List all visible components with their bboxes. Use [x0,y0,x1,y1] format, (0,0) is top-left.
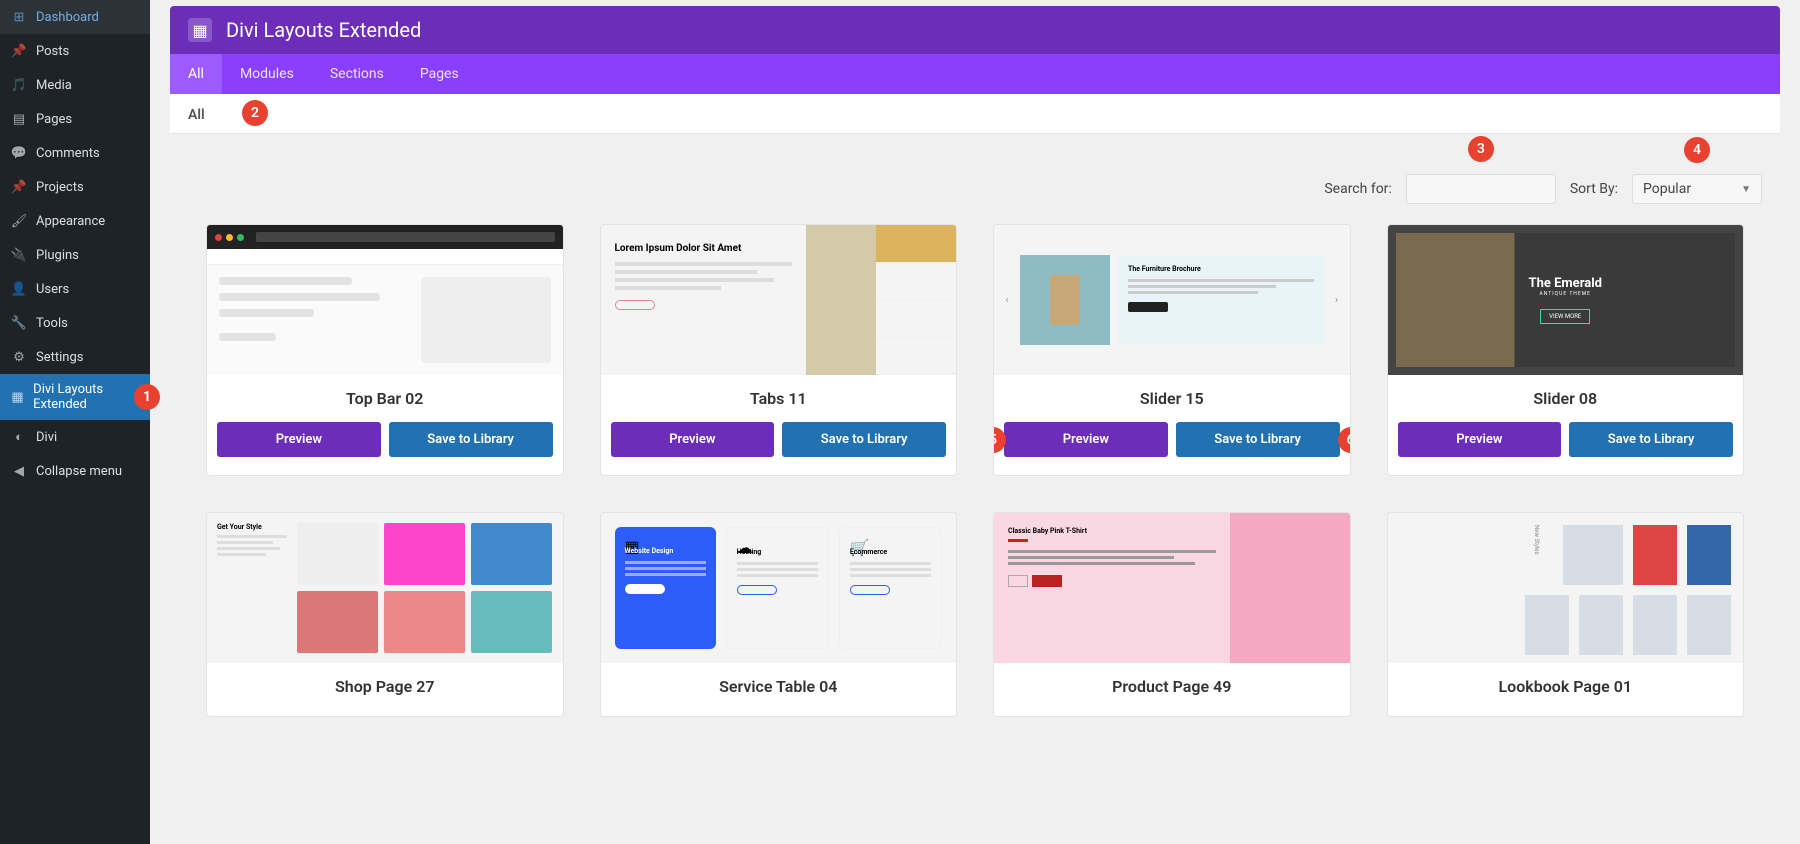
annotation-badge-3: 3 [1468,136,1494,162]
user-icon: 👤 [10,280,28,298]
divi-icon: ◐ [10,428,28,446]
sidebar-item-label: Appearance [36,214,105,229]
sidebar-item-label: Settings [36,350,83,365]
filter-tabs: All Modules Sections Pages [170,54,1780,94]
sidebar-item-label: Projects [36,180,84,195]
comment-icon: 💬 [10,144,28,162]
sliders-icon: ⚙ [10,348,28,366]
pin-icon: 📌 [10,42,28,60]
sidebar-item-settings[interactable]: ⚙ Settings [0,340,150,374]
main-content: ▦ Divi Layouts Extended All Modules Sect… [150,0,1800,844]
layout-thumbnail: ‹ The Furniture Brochure › [994,225,1350,375]
preview-button[interactable]: Preview [1398,422,1562,457]
layout-title: Product Page 49 [1004,677,1340,696]
sidebar-item-divi-layouts-extended[interactable]: ▦Divi Layouts Extended 1 [0,374,150,420]
tab-sections[interactable]: Sections [312,54,402,94]
sidebar-item-tools[interactable]: 🔧 Tools [0,306,150,340]
header-title-row: ▦ Divi Layouts Extended [170,6,1780,54]
layout-card: New Styles Lookbook Page 01 [1387,512,1745,717]
layout-thumbnail: Classic Baby Pink T-Shirt [994,513,1350,663]
preview-button[interactable]: Preview [1004,422,1168,457]
layout-title: Shop Page 27 [217,677,553,696]
media-icon: 🎵 [10,76,28,94]
layout-title: Tabs 11 [611,389,947,408]
sidebar-item-appearance[interactable]: 🖌 Appearance [0,204,150,238]
layout-title: Slider 08 [1398,389,1734,408]
sidebar-item-label: Media [36,78,72,93]
annotation-badge-4: 4 [1684,137,1710,163]
sidebar-item-label: Users [36,282,69,297]
dashboard-icon: ⊞ [10,8,28,26]
sidebar-item-label: Tools [36,316,68,331]
page-title: Divi Layouts Extended [226,18,421,42]
sidebar-item-label: Divi [36,430,57,445]
sidebar-item-label: Dashboard [36,10,99,25]
layout-thumbnail: Lorem Ipsum Dolor Sit Amet [601,225,957,375]
subfilter-bar: All 2 [170,94,1780,134]
pages-icon: ▤ [10,110,28,128]
sidebar-item-projects[interactable]: 📌 Projects [0,170,150,204]
sidebar-item-pages[interactable]: ▤ Pages [0,102,150,136]
layout-title: Slider 15 [1004,389,1340,408]
sidebar-item-comments[interactable]: 💬 Comments [0,136,150,170]
layout-title: Top Bar 02 [217,389,553,408]
sidebar-item-label: Plugins [36,248,79,263]
save-to-library-button[interactable]: Save to Library [389,422,553,457]
brush-icon: 🖌 [10,212,28,230]
search-label: Search for: [1324,181,1391,197]
layout-icon: ▦ [188,18,212,42]
admin-sidebar: ⊞ Dashboard 📌 Posts 🎵 Media ▤ Pages 💬 Comment… [0,0,150,844]
sort-value: Popular [1643,181,1691,197]
sidebar-item-label: Pages [36,112,72,127]
sidebar-item-label: Posts [36,44,69,59]
sidebar-item-label: Collapse menu [36,464,122,479]
tab-all[interactable]: All [170,54,222,94]
pin-icon: 📌 [10,178,28,196]
chevron-down-icon: ▼ [1741,184,1751,195]
sort-label: Sort By: [1570,181,1618,197]
layout-thumbnail: The EmeraldANTIQUE THEMEVIEW MORE [1388,225,1744,375]
sidebar-item-label: Divi Layouts Extended [33,382,140,412]
sidebar-item-label: Comments [36,146,100,161]
sidebar-item-divi[interactable]: ◐ Divi [0,420,150,454]
layout-title: Service Table 04 [611,677,947,696]
collapse-icon: ◀ [10,462,28,480]
layout-card: Get Your Style Shop Page 27 [206,512,564,717]
layout-thumbnail [207,225,563,375]
layout-title: Lookbook Page 01 [1398,677,1734,696]
subfilter-all[interactable]: All [188,107,205,123]
sidebar-item-collapse[interactable]: ◀ Collapse menu [0,454,150,488]
sidebar-item-dashboard[interactable]: ⊞ Dashboard [0,0,150,34]
sidebar-item-media[interactable]: 🎵 Media [0,68,150,102]
toolbar: Search for: 3 Sort By: Popular ▼ 4 [170,134,1780,224]
plug-icon: 🔌 [10,246,28,264]
layout-thumbnail: Get Your Style [207,513,563,663]
layout-card: Lorem Ipsum Dolor Sit Amet Tabs 11 Previ… [600,224,958,476]
preview-button[interactable]: Preview [611,422,775,457]
tab-modules[interactable]: Modules [222,54,312,94]
save-to-library-button[interactable]: Save to Library [1569,422,1733,457]
annotation-badge-2: 2 [242,100,268,126]
layout-card: ▦Website Design ☁Hosting 🛒Ecommerce Serv… [600,512,958,717]
wrench-icon: 🔧 [10,314,28,332]
layout-thumbnail: New Styles [1388,513,1744,663]
layout-icon: ▦ [10,388,25,406]
sort-select[interactable]: Popular ▼ 4 [1632,174,1762,204]
save-to-library-button[interactable]: Save to Library [782,422,946,457]
save-to-library-button[interactable]: Save to Library [1176,422,1340,457]
search-input[interactable] [1406,174,1556,204]
sidebar-item-users[interactable]: 👤 Users [0,272,150,306]
layout-thumbnail: ▦Website Design ☁Hosting 🛒Ecommerce [601,513,957,663]
sidebar-item-plugins[interactable]: 🔌 Plugins [0,238,150,272]
layout-card: The EmeraldANTIQUE THEMEVIEW MORE Slider… [1387,224,1745,476]
preview-button[interactable]: Preview [217,422,381,457]
layout-card: Classic Baby Pink T-Shirt Product Page 4… [993,512,1351,717]
layout-card: ‹ The Furniture Brochure › Slider 15 Pre… [993,224,1351,476]
page-header: ▦ Divi Layouts Extended All Modules Sect… [170,6,1780,94]
tab-pages[interactable]: Pages [402,54,477,94]
layout-grid: Top Bar 02 Preview Save to Library Lorem… [170,224,1780,757]
sidebar-item-posts[interactable]: 📌 Posts [0,34,150,68]
layout-card: Top Bar 02 Preview Save to Library [206,224,564,476]
